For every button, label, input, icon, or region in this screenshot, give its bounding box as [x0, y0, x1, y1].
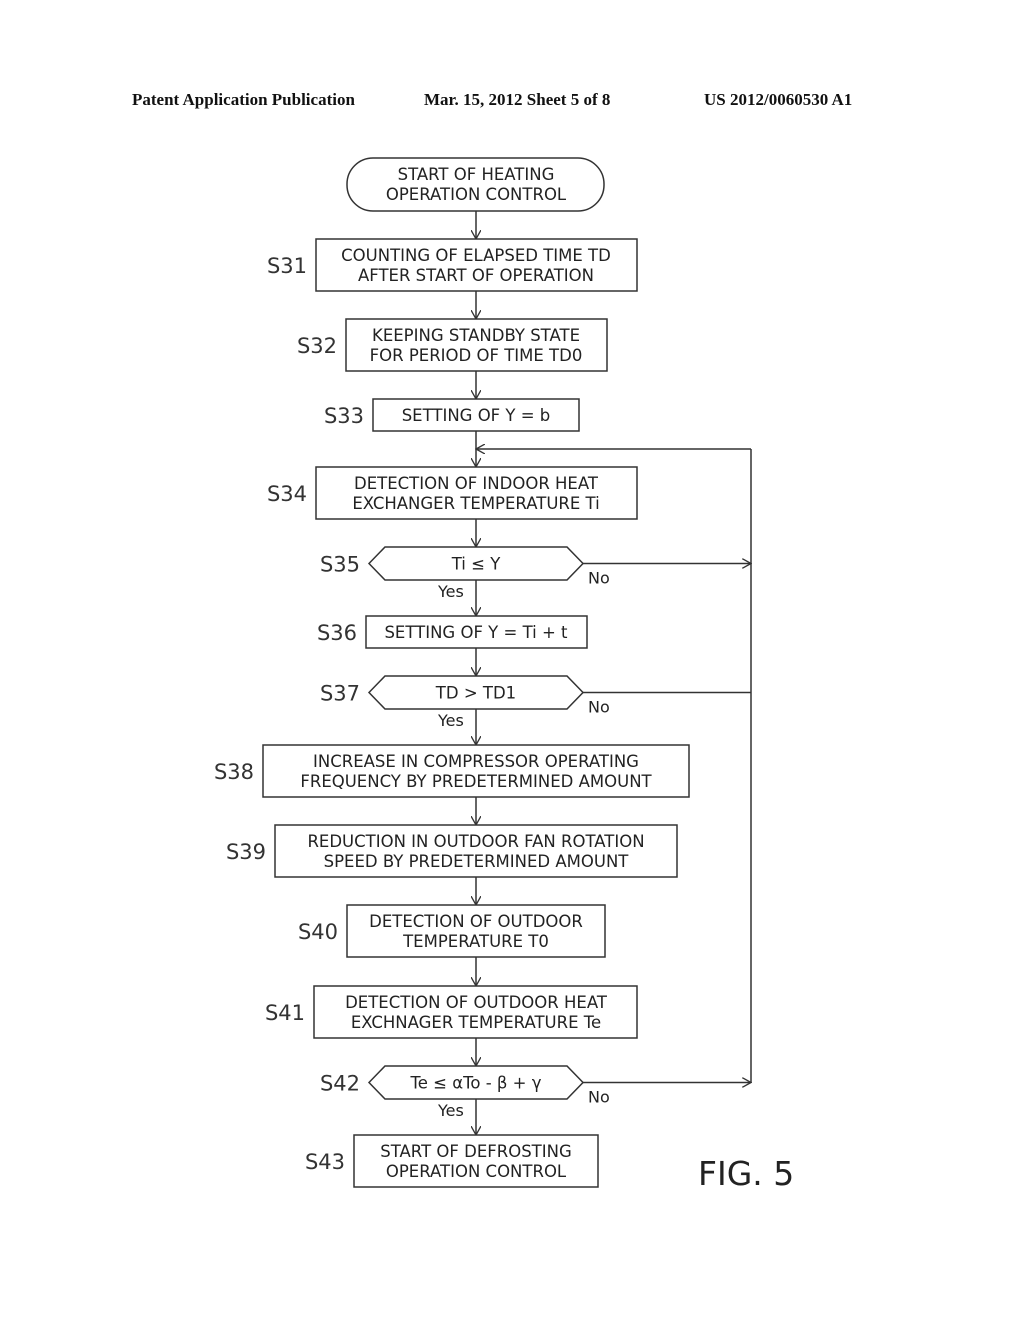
- step-label: S38: [214, 760, 254, 784]
- step-label: S40: [298, 920, 338, 944]
- yes-label: Yes: [437, 711, 464, 730]
- step-label: S43: [305, 1150, 345, 1174]
- step-s37: TD > TD1 Yes No S37: [320, 675, 610, 730]
- step-s36: SETTING OF Y = Ti + t S36: [317, 615, 588, 649]
- start-terminal: START OF HEATINGOPERATION CONTROL: [346, 157, 605, 212]
- step-label: S33: [324, 404, 364, 428]
- process-text: DETECTION OF OUTDOOR HEAT: [345, 993, 608, 1012]
- step-s34: DETECTION OF INDOOR HEATEXCHANGER TEMPER…: [267, 466, 638, 520]
- terminal-text: START OF HEATING: [398, 165, 555, 184]
- nodes: START OF HEATINGOPERATION CONTROLCOUNTIN…: [214, 157, 690, 1188]
- step-label: S31: [267, 254, 307, 278]
- yes-label: Yes: [437, 582, 464, 601]
- step-s43: START OF DEFROSTINGOPERATION CONTROL S43: [305, 1134, 599, 1188]
- step-s31: COUNTING OF ELAPSED TIME TDAFTER START O…: [267, 238, 638, 292]
- step-label: S35: [320, 553, 360, 577]
- step-s35: Ti ≤ Y Yes No S35: [320, 546, 610, 601]
- step-label: S34: [267, 482, 307, 506]
- process-text: FREQUENCY BY PREDETERMINED AMOUNT: [300, 772, 652, 791]
- process-text: SETTING OF Y = Ti + t: [384, 623, 568, 642]
- process-text: COUNTING OF ELAPSED TIME TD: [341, 246, 611, 265]
- no-label: No: [588, 569, 610, 588]
- process-text: TEMPERATURE T0: [402, 932, 549, 951]
- step-s39: REDUCTION IN OUTDOOR FAN ROTATIONSPEED B…: [226, 824, 678, 878]
- process-text: OPERATION CONTROL: [386, 1162, 567, 1181]
- process-text: REDUCTION IN OUTDOOR FAN ROTATION: [307, 832, 644, 851]
- step-label: S41: [265, 1001, 305, 1025]
- step-s41: DETECTION OF OUTDOOR HEATEXCHNAGER TEMPE…: [265, 985, 638, 1039]
- step-s42: Te ≤ αTo - β + γ Yes No S42: [320, 1065, 610, 1120]
- step-label: S39: [226, 840, 266, 864]
- process-text: SETTING OF Y = b: [402, 406, 551, 425]
- figure-label: FIG. 5: [698, 1154, 794, 1193]
- step-label: S32: [297, 334, 337, 358]
- decision-text: Ti ≤ Y: [451, 555, 501, 574]
- step-label: S42: [320, 1072, 360, 1096]
- step-s38: INCREASE IN COMPRESSOR OPERATINGFREQUENC…: [214, 744, 690, 798]
- step-s40: DETECTION OF OUTDOORTEMPERATURE T0 S40: [298, 904, 606, 958]
- process-text: SPEED BY PREDETERMINED AMOUNT: [324, 852, 630, 871]
- terminal-text: OPERATION CONTROL: [386, 185, 567, 204]
- process-text: AFTER START OF OPERATION: [358, 266, 594, 285]
- no-label: No: [588, 1088, 610, 1107]
- process-text: DETECTION OF INDOOR HEAT: [354, 474, 599, 493]
- process-text: DETECTION OF OUTDOOR: [369, 912, 583, 931]
- no-label: No: [588, 698, 610, 717]
- process-text: KEEPING STANDBY STATE: [372, 326, 580, 345]
- process-text: INCREASE IN COMPRESSOR OPERATING: [313, 752, 639, 771]
- yes-label: Yes: [437, 1101, 464, 1120]
- step-s32: KEEPING STANDBY STATEFOR PERIOD OF TIME …: [297, 318, 608, 372]
- decision-text: Te ≤ αTo - β + γ: [409, 1074, 541, 1093]
- step-label: S37: [320, 682, 360, 706]
- process-text: EXCHNAGER TEMPERATURE Te: [351, 1013, 601, 1032]
- flowchart: START OF HEATINGOPERATION CONTROLCOUNTIN…: [214, 157, 794, 1193]
- process-text: FOR PERIOD OF TIME TD0: [370, 346, 583, 365]
- process-text: START OF DEFROSTING: [380, 1142, 572, 1161]
- step-s33: SETTING OF Y = b S33: [324, 398, 580, 432]
- process-text: EXCHANGER TEMPERATURE Ti: [352, 494, 599, 513]
- step-label: S36: [317, 621, 357, 645]
- decision-text: TD > TD1: [435, 684, 516, 703]
